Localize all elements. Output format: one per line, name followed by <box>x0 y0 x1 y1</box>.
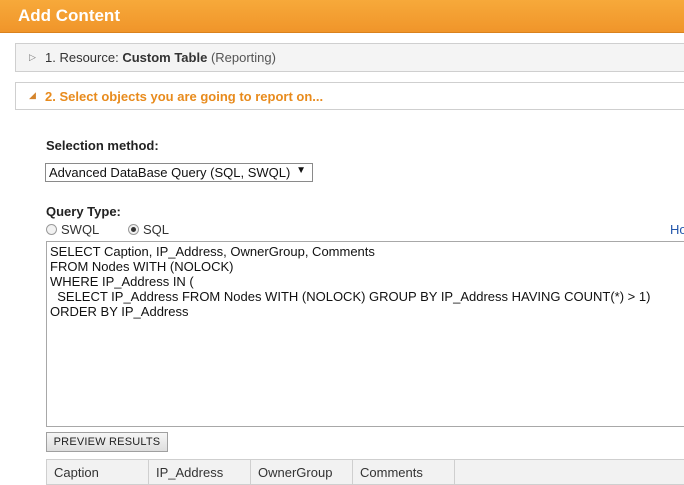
column-header-empty <box>455 460 684 484</box>
column-header-comments[interactable]: Comments <box>353 460 455 484</box>
results-table-header: Caption IP_Address OwnerGroup Comments <box>46 459 684 485</box>
resource-suffix: (Reporting) <box>207 50 276 65</box>
resource-section[interactable]: ▷ 1. Resource: Custom Table (Reporting) <box>15 43 684 72</box>
query-type-label: Query Type: <box>46 204 121 219</box>
preview-results-button[interactable]: PREVIEW RESULTS <box>46 432 168 452</box>
sql-option-label: SQL <box>143 222 170 237</box>
collapse-arrow-icon[interactable]: ◢ <box>29 90 36 101</box>
query-type-sql-radio[interactable]: SQL <box>128 222 169 237</box>
resource-name: Custom Table <box>122 50 208 65</box>
page-title: Add Content <box>18 6 120 25</box>
selection-method-label: Selection method: <box>46 138 159 153</box>
dropdown-caret-icon: ▼ <box>296 165 306 176</box>
selection-method-value: Advanced DataBase Query (SQL, SWQL) <box>49 165 291 180</box>
column-header-ip-address[interactable]: IP_Address <box>149 460 251 484</box>
column-header-caption[interactable]: Caption <box>47 460 149 484</box>
column-header-owner-group[interactable]: OwnerGroup <box>251 460 353 484</box>
select-objects-label: 2. Select objects you are going to repor… <box>45 89 324 104</box>
swql-option-label: SWQL <box>61 222 100 237</box>
radio-unchecked-icon[interactable] <box>46 224 57 235</box>
expand-arrow-icon[interactable]: ▷ <box>29 52 36 63</box>
help-link[interactable]: Ho <box>670 222 684 237</box>
sql-query-textarea[interactable]: SELECT Caption, IP_Address, OwnerGroup, … <box>46 241 684 427</box>
add-content-header: Add Content <box>0 0 684 33</box>
resource-prefix: 1. Resource: <box>45 50 123 65</box>
radio-checked-icon[interactable] <box>128 224 139 235</box>
select-objects-section[interactable]: ◢ 2. Select objects you are going to rep… <box>15 82 684 110</box>
resource-section-label: 1. Resource: Custom Table (Reporting) <box>45 50 276 65</box>
query-type-swql-radio[interactable]: SWQL <box>46 222 99 237</box>
selection-method-dropdown[interactable]: Advanced DataBase Query (SQL, SWQL) ▼ <box>45 163 313 182</box>
